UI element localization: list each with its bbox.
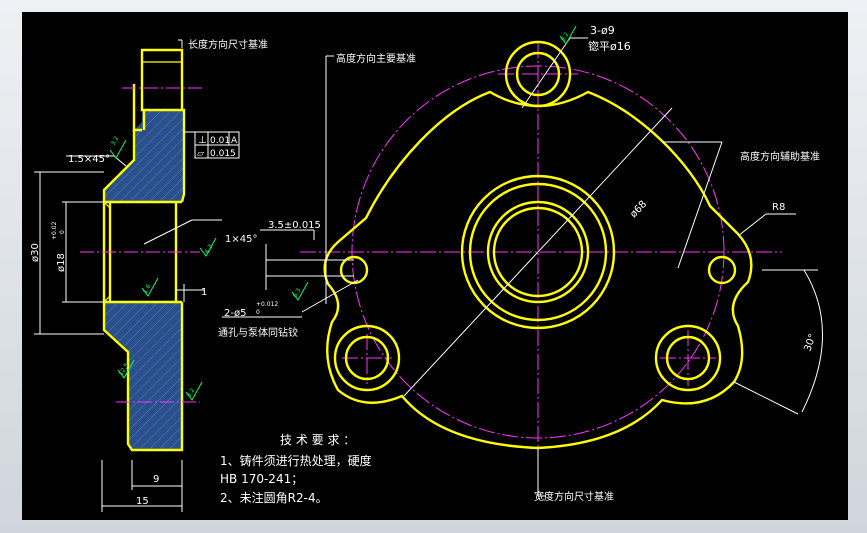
- roughness-value: 3.2: [560, 31, 571, 43]
- front-view: 3.2 6.3 高度方向主要基准 高度方向辅助基准 宽度方向尺寸基准 3-ø9 …: [218, 24, 823, 503]
- holes-callout: 3-ø9: [590, 24, 615, 37]
- section-hatch-lower-lines: [104, 302, 182, 450]
- chamfer-bore-label: 1×45°: [225, 234, 257, 245]
- geometric-tolerance-frame: ⊥ 0.01 A ▱ 0.015: [194, 131, 240, 159]
- pin-holes-tol-lo: 0: [256, 309, 260, 316]
- fcf-flatness-symbol: ▱: [197, 149, 204, 159]
- pin-holes-tol-up: +0.012: [256, 301, 278, 308]
- roughness-value: 6.3: [292, 287, 303, 299]
- dim-9-label: 9: [153, 474, 159, 485]
- chamfer-top-label: 1.5×45°: [68, 154, 110, 165]
- datum-length: 长度方向尺寸基准: [188, 38, 268, 51]
- datum-height-main: 高度方向主要基准: [336, 52, 416, 65]
- dia18-tol-up: +0.02: [51, 221, 58, 240]
- radius-dim: R8: [772, 202, 785, 213]
- fcf-perpendicular-symbol: ⊥: [198, 135, 207, 146]
- dia18-tol-lo: 0: [59, 230, 66, 234]
- angle-dim: 30°: [802, 333, 818, 353]
- front-dimensions: [222, 37, 823, 497]
- roughness-value: 1.6: [142, 283, 153, 295]
- section-view: ⊥ 0.01 A ▱ 0.015 长度方向尺寸基准 1.5×45° 1×45° …: [30, 38, 268, 512]
- notes-title: 技 术 要 求 ：: [280, 433, 355, 447]
- dia18-label: ø18: [56, 253, 67, 272]
- fcf-flatness-value: 0.015: [210, 149, 236, 159]
- offset-dim: 3.5±0.015: [268, 220, 321, 231]
- dim-1-label: 1: [201, 287, 207, 298]
- drawing-canvas[interactable]: ⊥ 0.01 A ▱ 0.015 长度方向尺寸基准 1.5×45° 1×45° …: [22, 12, 848, 520]
- dia30-label: ø30: [30, 243, 41, 262]
- notes-line-3: 2、未注圆角R2-4。: [220, 490, 328, 505]
- fcf-datum: A: [231, 136, 238, 146]
- technical-notes: 技 术 要 求 ： 1、铸件须进行热处理，硬度 HB 170-241； 2、未注…: [220, 433, 372, 505]
- roughness-value: 3.2: [186, 387, 197, 399]
- notes-line-2: HB 170-241；: [220, 472, 303, 486]
- spotface-callout: 锪平ø16: [588, 40, 631, 53]
- front-labels: 高度方向主要基准 高度方向辅助基准 宽度方向尺寸基准 3-ø9 锪平ø16 3.…: [218, 24, 820, 503]
- datum-width: 宽度方向尺寸基准: [534, 490, 614, 503]
- pcd-dim: ø68: [628, 199, 649, 220]
- roughness-value: 3.2: [110, 135, 121, 147]
- pin-holes-note: 通孔与泵体同钻铰: [218, 326, 298, 339]
- roughness-values-front: 3.2 6.3: [292, 31, 571, 299]
- notes-line-1: 1、铸件须进行热处理，硬度: [220, 453, 372, 468]
- roughness-symbols-front: [291, 25, 577, 301]
- datum-height-aux: 高度方向辅助基准: [740, 150, 820, 163]
- pin-holes-dim: 2-ø5: [224, 308, 246, 319]
- fcf-perpendicular-value: 0.01: [210, 136, 230, 146]
- roughness-value: 6.3: [204, 243, 215, 255]
- window-frame: ⊥ 0.01 A ▱ 0.015 长度方向尺寸基准 1.5×45° 1×45° …: [0, 0, 867, 533]
- cad-drawing: ⊥ 0.01 A ▱ 0.015 长度方向尺寸基准 1.5×45° 1×45° …: [30, 24, 823, 512]
- dim-15-label: 15: [136, 496, 149, 507]
